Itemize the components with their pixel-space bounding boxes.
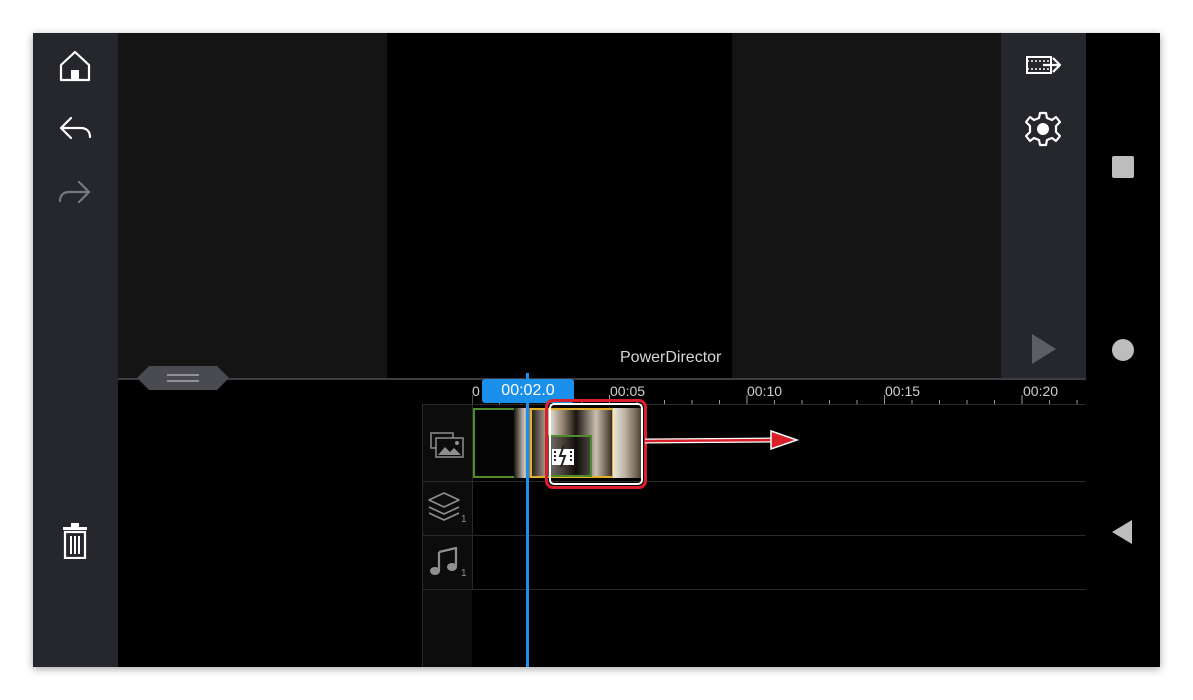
music-icon (430, 547, 458, 575)
ruler-label: 00:15 (885, 383, 921, 399)
highlight-box (545, 399, 647, 489)
track-header-border (422, 405, 423, 667)
audio-track-count: 1 (461, 568, 467, 579)
trash-icon[interactable] (61, 523, 89, 559)
home-icon[interactable] (58, 49, 92, 83)
back-icon[interactable] (1110, 519, 1134, 545)
play-icon[interactable] (1031, 333, 1057, 365)
ruler-label: 0 (472, 383, 480, 399)
track-separator (422, 535, 1086, 536)
arrow-annotation (645, 429, 800, 451)
preview-letterbox-right (732, 33, 1001, 378)
ruler-separator (422, 404, 1086, 405)
preview-watermark: PowerDirector (620, 349, 722, 366)
track-separator (422, 589, 1086, 590)
panel-divider (118, 378, 1086, 380)
home-circle-icon[interactable] (1112, 339, 1134, 361)
playhead[interactable] (526, 373, 529, 667)
app-screen: PowerDirector 0 00:05 00:10 00:15 00:20 … (33, 33, 1160, 667)
system-nav-bar (1086, 33, 1160, 667)
ruler-label: 00:20 (1023, 383, 1059, 399)
recents-icon[interactable] (1112, 156, 1134, 178)
overlay-track-count: 1 (461, 514, 467, 525)
preview-letterbox-left (118, 33, 387, 378)
settings-icon[interactable] (1025, 111, 1061, 147)
undo-icon[interactable] (58, 113, 92, 143)
right-toolbar (1001, 33, 1086, 378)
track-separator (422, 481, 1086, 482)
media-icon (430, 432, 464, 458)
resize-handle[interactable] (137, 366, 229, 390)
ruler-label: 00:05 (610, 383, 646, 399)
ruler-label: 00:10 (747, 383, 783, 399)
left-toolbar (33, 33, 118, 667)
export-icon[interactable] (1025, 53, 1063, 77)
redo-icon[interactable] (58, 177, 92, 207)
